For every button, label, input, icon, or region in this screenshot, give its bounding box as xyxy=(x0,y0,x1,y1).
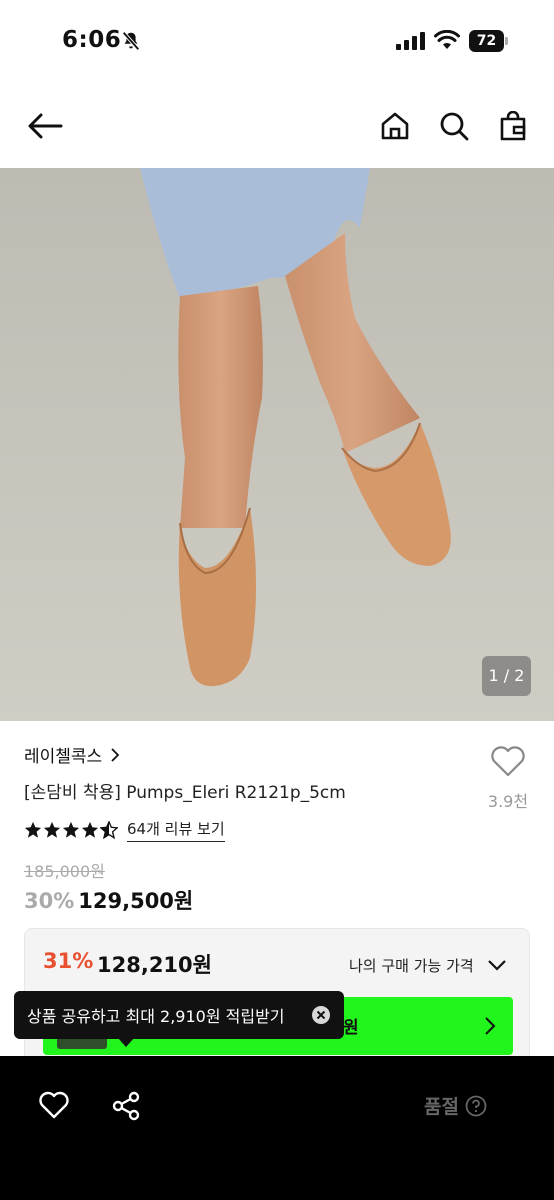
discount-percent: 30% xyxy=(24,889,75,913)
help-icon[interactable] xyxy=(465,1095,487,1117)
wifi-icon xyxy=(434,30,460,49)
bottom-action-bar: 품절 xyxy=(0,1056,554,1200)
cellular-signal-icon xyxy=(396,32,425,50)
close-icon[interactable] xyxy=(312,1006,330,1024)
share-icon[interactable] xyxy=(110,1090,142,1122)
sale-price: 129,500원 xyxy=(78,889,194,913)
rating-row: 64개 리뷰 보기 xyxy=(24,818,225,842)
like-count: 3.9천 xyxy=(487,792,529,811)
star-rating xyxy=(24,821,119,839)
star-full-icon xyxy=(24,821,42,838)
brand-link[interactable]: 레이첼콕스 xyxy=(24,742,120,767)
product-image[interactable]: 1 / 2 xyxy=(0,168,554,721)
star-full-icon xyxy=(62,821,80,838)
status-bar: 6:06 72 xyxy=(0,0,554,82)
arrow-left-icon xyxy=(28,113,63,139)
shopping-bag-icon xyxy=(500,111,526,141)
like-button[interactable]: 3.9천 xyxy=(480,746,536,812)
image-counter: 1 / 2 xyxy=(482,656,531,696)
bell-off-icon xyxy=(122,31,140,51)
battery-level: 72 xyxy=(469,30,504,52)
back-button[interactable] xyxy=(25,106,65,146)
star-full-icon xyxy=(81,821,99,838)
chevron-down-icon[interactable] xyxy=(485,953,509,977)
heart-icon[interactable] xyxy=(38,1090,70,1122)
home-button[interactable] xyxy=(375,106,415,146)
price-row: 30% 129,500원 xyxy=(24,885,193,915)
product-name: [손담비 착용] Pumps_Eleri R2121p_5cm xyxy=(24,783,346,803)
cart-button[interactable] xyxy=(493,106,533,146)
my-price-label: 나의 구매 가능 가격 xyxy=(349,957,474,975)
star-full-icon xyxy=(43,821,61,838)
my-price: 128,210원 xyxy=(97,953,212,977)
product-photo xyxy=(0,168,554,721)
status-time: 6:06 xyxy=(62,27,122,53)
search-icon xyxy=(440,112,469,141)
heart-icon xyxy=(491,746,525,777)
star-half-icon xyxy=(100,821,118,839)
chevron-right-icon xyxy=(485,1017,496,1035)
tooltip-text: 상품 공유하고 최대 2,910원 적립받기 xyxy=(27,1007,285,1026)
search-button[interactable] xyxy=(434,106,474,146)
top-navigation xyxy=(0,92,554,160)
share-reward-tooltip: 상품 공유하고 최대 2,910원 적립받기 xyxy=(14,991,344,1047)
brand-name: 레이첼콕스 xyxy=(24,747,103,767)
sold-out-label: 품절 xyxy=(424,1096,459,1118)
home-icon xyxy=(381,112,409,140)
original-price: 185,000원 xyxy=(24,862,105,881)
benefit-button-text: 원 xyxy=(343,1018,359,1038)
sold-out-status: 품절 xyxy=(424,1092,487,1119)
battery-icon: 72 xyxy=(469,30,509,52)
chevron-right-icon xyxy=(111,747,120,762)
review-link[interactable]: 64개 리뷰 보기 xyxy=(127,818,225,842)
my-discount-percent: 31% xyxy=(43,949,94,973)
